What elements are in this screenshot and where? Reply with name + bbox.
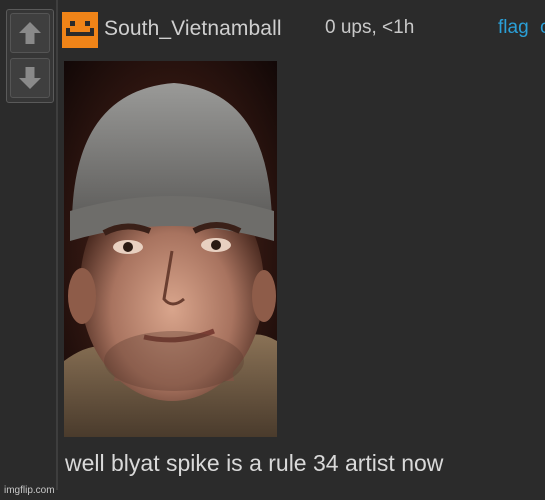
upvote-button[interactable]: [10, 13, 50, 53]
thread-divider: [56, 0, 58, 490]
downvote-button[interactable]: [10, 58, 50, 98]
flag-link[interactable]: flag: [498, 17, 529, 39]
imgflip-watermark: imgflip.com: [4, 485, 55, 496]
arrow-down-icon: [19, 67, 41, 89]
soldier-portrait-image: [64, 61, 277, 437]
comment-text: well blyat spike is a rule 34 artist now: [65, 450, 444, 476]
comment-action-link[interactable]: c: [540, 17, 545, 39]
robot-face-icon: [62, 12, 98, 48]
user-avatar[interactable]: [62, 12, 98, 48]
vote-column: [6, 9, 54, 103]
comment-username[interactable]: South_Vietnamball: [104, 17, 282, 41]
arrow-up-icon: [19, 22, 41, 44]
comment-image: [64, 61, 277, 437]
comment-meta: 0 ups, <1h: [325, 17, 415, 38]
